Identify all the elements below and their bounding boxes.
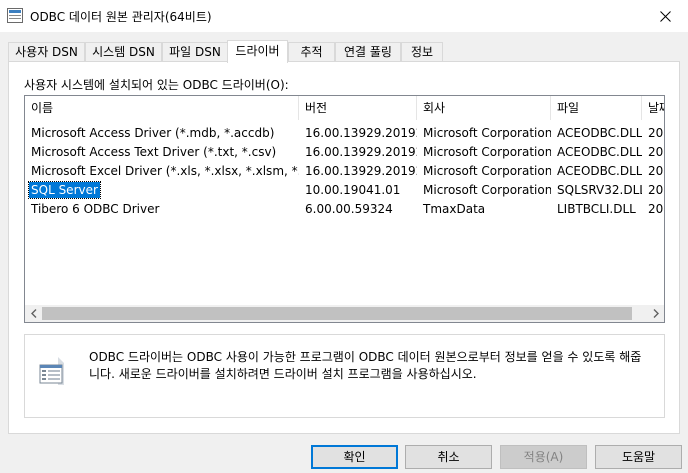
driver-version: 10.00.19041.01 [305,183,401,197]
driver-date: 201 [648,183,664,197]
column-header-date[interactable]: 날짜 [642,96,664,120]
table-row[interactable]: Microsoft Excel Driver (*.xls, *.xlsx, *… [25,162,664,181]
tab-connection-pooling[interactable]: 연결 풀링 [335,42,401,62]
close-icon [659,10,671,22]
drivers-list-caption: 사용자 시스템에 설치되어 있는 ODBC 드라이버(O): [24,78,289,92]
column-header-name[interactable]: 이름 [25,96,299,120]
driver-name: Microsoft Access Driver (*.mdb, *.accdb) [31,126,275,140]
database-driver-icon [39,357,64,385]
driver-name: SQL Server [28,181,101,199]
driver-version: 16.00.13929.20192 [305,126,417,140]
tab-about[interactable]: 정보 [401,42,443,62]
title-bar: ODBC 데이터 원본 관리자(64비트) [0,0,688,32]
driver-name: Microsoft Excel Driver (*.xls, *.xlsx, *… [31,164,299,178]
driver-file: ACEODBC.DLL [557,145,642,159]
column-header-file[interactable]: 파일 [551,96,642,120]
scroll-left-button[interactable] [25,305,42,322]
scrollbar-thumb[interactable] [42,307,632,320]
info-box: ODBC 드라이버는 ODBC 사용이 가능한 프로그램이 ODBC 데이터 원… [24,334,665,418]
odbc-admin-window: ODBC 데이터 원본 관리자(64비트) 사용자 DSN 시스템 DSN 파일… [0,0,688,473]
table-row[interactable]: Microsoft Access Text Driver (*.txt, *.c… [25,143,664,162]
column-header-version[interactable]: 버전 [299,96,417,120]
driver-date: 202 [648,126,664,140]
table-row[interactable]: Tibero 6 ODBC Driver 6.00.00.59324 TmaxD… [25,200,664,219]
info-description: ODBC 드라이버는 ODBC 사용이 가능한 프로그램이 ODBC 데이터 원… [89,350,642,381]
help-button[interactable]: 도움말 [595,445,682,469]
column-header-company[interactable]: 회사 [417,96,551,120]
cancel-button[interactable]: 취소 [405,445,492,469]
list-header: 이름 버전 회사 파일 날짜 [25,96,664,120]
driver-file: ACEODBC.DLL [557,126,642,140]
tab-tracing[interactable]: 추적 [288,42,335,62]
drivers-panel: 사용자 시스템에 설치되어 있는 ODBC 드라이버(O): 이름 버전 회사 … [8,61,680,434]
driver-version: 6.00.00.59324 [305,202,393,216]
chevron-left-icon [30,309,36,318]
apply-button[interactable]: 적용(A) [500,445,587,469]
driver-name: Microsoft Access Text Driver (*.txt, *.c… [31,145,277,159]
tab-file-dsn[interactable]: 파일 DSN [162,42,228,62]
tab-system-dsn[interactable]: 시스템 DSN [85,42,162,62]
drivers-list[interactable]: 이름 버전 회사 파일 날짜 Microsoft Access Driver (… [24,95,665,323]
driver-date: 202 [648,202,664,216]
table-row[interactable]: Microsoft Access Driver (*.mdb, *.accdb)… [25,124,664,143]
driver-company: Microsoft Corporation [423,183,551,197]
window-title: ODBC 데이터 원본 관리자(64비트) [30,10,212,24]
driver-file: ACEODBC.DLL [557,164,642,178]
driver-file: SQLSRV32.DLL [557,183,642,197]
driver-date: 202 [648,164,664,178]
tab-drivers[interactable]: 드라이버 [227,40,288,63]
driver-name: Tibero 6 ODBC Driver [31,202,160,216]
ok-button[interactable]: 확인 [311,445,398,469]
scroll-right-button[interactable] [647,305,664,322]
driver-file: LIBTBCLI.DLL [557,202,636,216]
chevron-right-icon [653,309,659,318]
close-button[interactable] [642,0,688,32]
odbc-app-icon [7,8,23,23]
driver-date: 202 [648,145,664,159]
driver-version: 16.00.13929.20192 [305,164,417,178]
tab-user-dsn[interactable]: 사용자 DSN [8,42,85,62]
driver-company: TmaxData [423,202,486,216]
horizontal-scrollbar[interactable] [25,305,664,322]
driver-company: Microsoft Corporation [423,145,551,159]
table-row-selected[interactable]: SQL Server 10.00.19041.01 Microsoft Corp… [25,181,664,200]
driver-version: 16.00.13929.20192 [305,145,417,159]
driver-company: Microsoft Corporation [423,126,551,140]
driver-company: Microsoft Corporation [423,164,551,178]
